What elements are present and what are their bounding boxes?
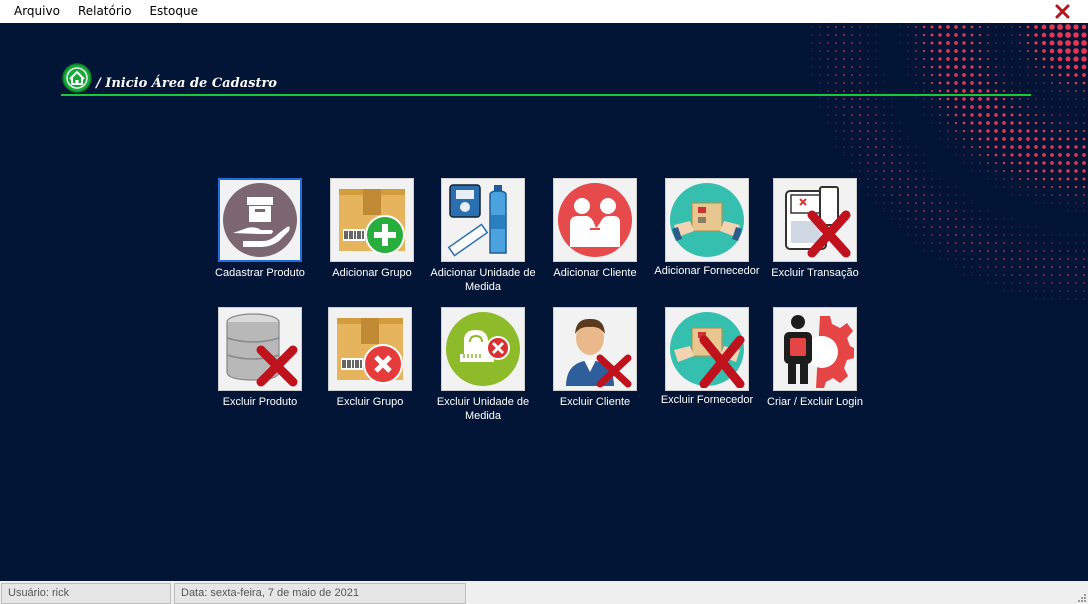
tile-icon-frame: [553, 307, 637, 391]
main-area: / Inicio Área de Cadastro Cadastrar Prod…: [0, 23, 1088, 581]
menu-bar: Arquivo Relatório Estoque: [0, 0, 1088, 23]
box-add-icon: [339, 189, 405, 255]
breadcrumb-divider: [61, 94, 1031, 96]
tile-excluir-grupo[interactable]: Excluir Grupo: [305, 307, 435, 409]
tile-icon-frame: [218, 307, 302, 391]
tile-icon-frame: [441, 178, 525, 262]
tile-label: Cadastrar Produto: [215, 267, 305, 279]
status-bar: Usuário: rick Data: sexta-feira, 7 de ma…: [0, 581, 1088, 604]
tile-icon-frame: [553, 178, 637, 262]
tile-icon-frame: [441, 307, 525, 391]
tile-criar-excluir-login[interactable]: Criar / Excluir Login: [750, 307, 880, 409]
user-delete-icon: [566, 318, 632, 388]
tile-excluir-cliente[interactable]: Excluir Cliente: [530, 307, 660, 409]
tile-label: Adicionar Unidade de Medida: [430, 267, 536, 293]
breadcrumb: / Inicio Área de Cadastro: [62, 61, 277, 95]
tile-label: Excluir Grupo: [336, 396, 404, 408]
tile-adicionar-cliente[interactable]: Adicionar Cliente: [530, 178, 660, 280]
tile-icon-frame: [665, 307, 749, 391]
supplier-delete-icon: [670, 312, 745, 388]
status-date: Data: sexta-feira, 7 de maio de 2021: [174, 582, 466, 604]
close-button[interactable]: [1055, 4, 1070, 19]
tile-label: Excluir Transação: [771, 267, 859, 279]
tape-measure-delete-icon: [446, 312, 520, 386]
tile-cadastrar-produto[interactable]: Cadastrar Produto: [195, 178, 325, 280]
resize-grip-icon[interactable]: [1076, 592, 1086, 602]
tile-adicionar-unidade[interactable]: Adicionar Unidade de Medida: [418, 178, 548, 294]
tile-icon-frame: [328, 307, 412, 391]
scale-ruler-bottle-icon: [447, 184, 507, 257]
tile-icon-frame: [773, 178, 857, 262]
box-delete-icon: [337, 318, 403, 384]
user-gear-icon: [784, 315, 854, 388]
tile-label: Criar / Excluir Login: [767, 396, 863, 408]
tile-excluir-transacao[interactable]: Excluir Transação: [750, 178, 880, 280]
menu-estoque[interactable]: Estoque: [140, 0, 207, 23]
menu-arquivo[interactable]: Arquivo: [0, 0, 69, 23]
breadcrumb-title: / Inicio Área de Cadastro: [96, 75, 277, 91]
supplier-box-icon: [670, 183, 744, 257]
tile-icon-frame: [330, 178, 414, 262]
handshake-people-icon: [558, 183, 632, 257]
tile-label: Adicionar Cliente: [553, 267, 637, 279]
card-terminal-delete-icon: [785, 186, 851, 258]
home-icon: [62, 63, 92, 93]
status-user: Usuário: rick: [1, 582, 171, 604]
hand-box-icon: [223, 183, 297, 257]
tile-excluir-unidade[interactable]: Excluir Unidade de Medida: [418, 307, 548, 423]
menu-relatorio[interactable]: Relatório: [69, 0, 141, 23]
tile-icon-frame: [773, 307, 857, 391]
tile-label: Excluir Unidade de Medida: [436, 396, 530, 422]
tile-icon-frame: [665, 178, 749, 262]
database-delete-icon: [226, 313, 298, 387]
tile-icon-frame: [218, 178, 302, 262]
tile-label: Excluir Cliente: [559, 396, 631, 408]
close-x-icon: [1055, 4, 1070, 19]
